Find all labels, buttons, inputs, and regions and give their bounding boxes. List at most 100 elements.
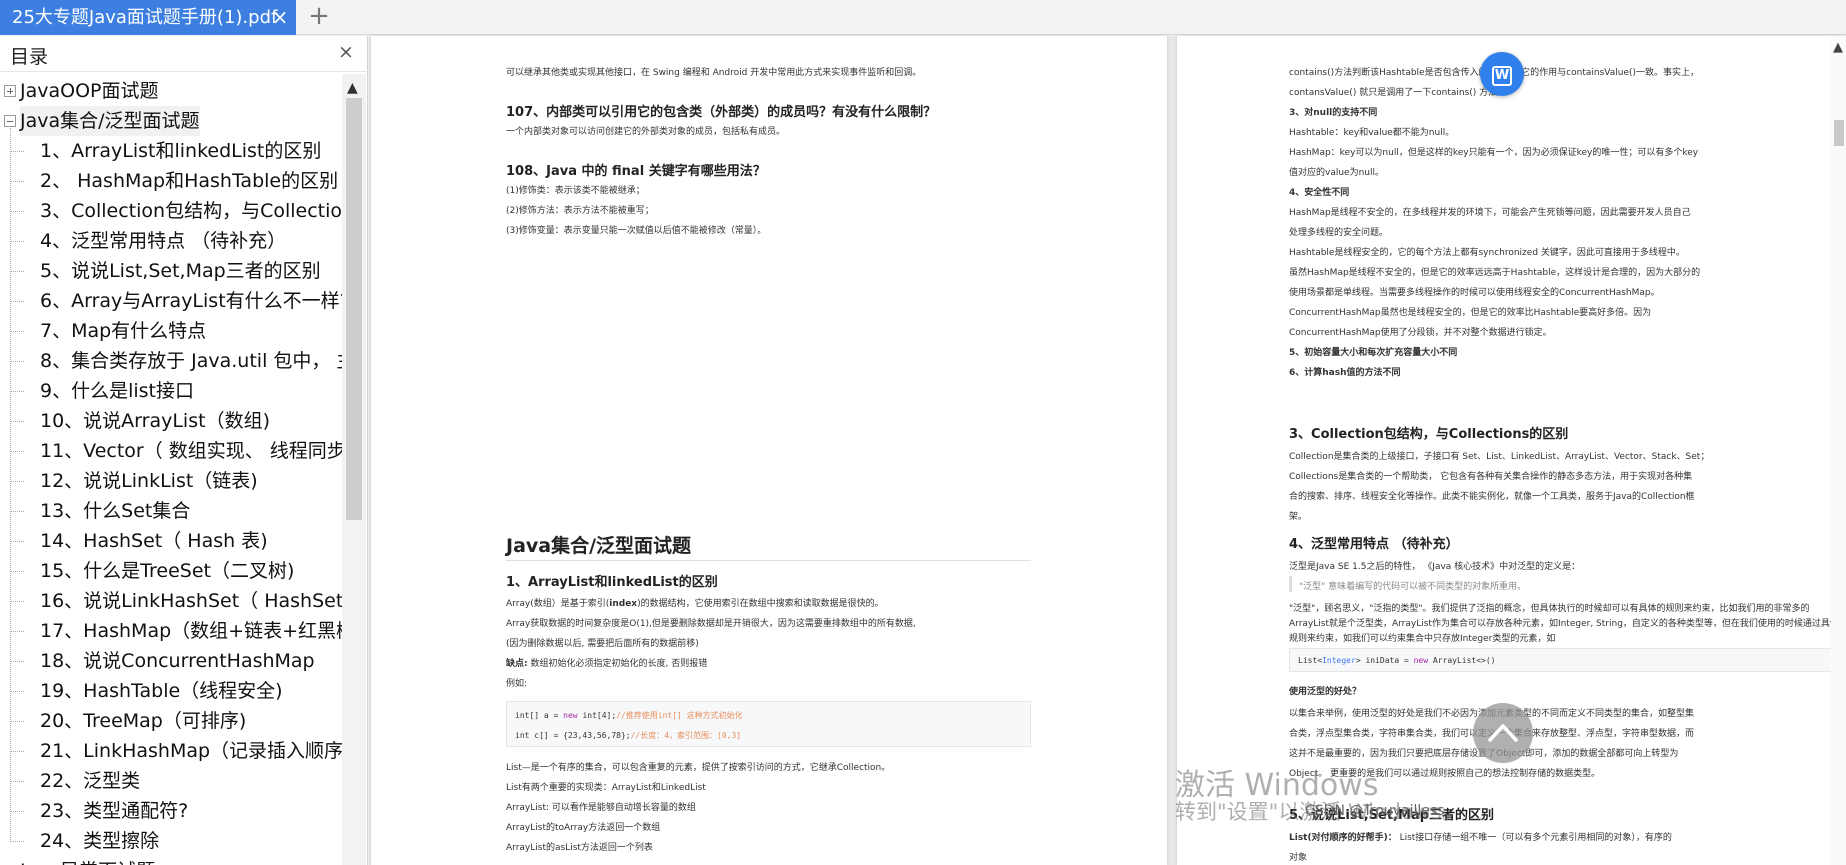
tree-branch-line <box>10 241 24 242</box>
outline-item-label: 3、Collection包结构，与Collections的区别 <box>40 200 342 222</box>
pdf-page-left: 可以继承其他类或实现其他接口，在 Swing 编程和 Android 开发中常用… <box>371 36 1167 865</box>
document-tab[interactable]: 25大专题Java面试题手册(1).pdf <box>0 0 296 35</box>
paragraph: 虽然HashMap是线程不安全的，但是它的效率远远高于Hashtable，这样设… <box>1289 268 1701 278</box>
outline-item[interactable]: 13、什么Set集合 <box>0 496 342 526</box>
outline-item-label: 4、泛型常用特点 （待补充） <box>40 230 287 252</box>
outline-item[interactable]: 4、泛型常用特点 （待补充） <box>0 226 342 256</box>
collapse-minus-icon[interactable] <box>4 115 16 127</box>
subheading: 6、计算hash值的方法不同 <box>1289 368 1401 378</box>
outline-item[interactable]: 17、HashMap（数组+链表+红黑树) <box>0 616 342 646</box>
outline-sidebar: 目录 × JavaOOP面试题 Java集合/泛型面试题 1、ArrayList和l… <box>0 36 368 865</box>
paragraph: "泛型"，顾名思义，"泛指的类型"。我们提供了泛指的概念，但具体执行的时候却可以… <box>1289 604 1810 614</box>
tree-branch-line <box>10 301 24 302</box>
paragraph: ArrayList的asList方法返回一个列表 <box>506 843 653 853</box>
outline-close-icon[interactable]: × <box>338 41 354 63</box>
paragraph: contansValue() 就只是调用了一下contains() 方法。 <box>1289 88 1507 98</box>
outline-item-label: Java异常面试题 <box>20 856 155 865</box>
outline-item[interactable]: 19、HashTable（线程安全) <box>0 676 342 706</box>
outline-scroll-thumb[interactable] <box>346 98 362 520</box>
scroll-up-arrow-icon[interactable]: ▲ <box>1833 40 1843 55</box>
outline-item[interactable]: 11、Vector（ 数组实现、 线程同步) <box>0 436 342 466</box>
outline-item-label: 21、LinkHashMap（记录插入顺序) <box>40 740 342 762</box>
tree-branch-line <box>10 331 24 332</box>
tree-branch-line <box>10 661 24 662</box>
outline-item[interactable]: 21、LinkHashMap（记录插入顺序) <box>0 736 342 766</box>
document-viewer[interactable]: 可以继承其他类或实现其他接口，在 Swing 编程和 Android 开发中常用… <box>369 36 1846 865</box>
subheading: 5、初始容量大小和每次扩充容量大小不同 <box>1289 348 1458 358</box>
outline-item[interactable]: 20、TreeMap（可排序) <box>0 706 342 736</box>
tree-branch-line <box>10 691 24 692</box>
word-convert-button[interactable]: W <box>1480 52 1524 96</box>
outline-item-label: 10、说说ArrayList（数组) <box>40 410 270 432</box>
back-to-top-button[interactable] <box>1473 703 1533 763</box>
tree-branch-line <box>10 481 24 482</box>
paragraph: (3)修饰变量：表示变量只能一次赋值以后值不能被修改（常量）。 <box>506 226 767 236</box>
outline-item[interactable]: 24、类型擦除 <box>0 826 342 856</box>
outline-group-item[interactable]: Java异常面试题 <box>0 856 342 865</box>
outline-item[interactable]: 16、说说LinkHashSet（ HashSet+LinkedHashMap … <box>0 586 342 616</box>
tree-branch-line <box>10 781 24 782</box>
paragraph: (因为删除数据以后, 需要把后面所有的数据前移) <box>506 639 699 649</box>
paragraph: Collections是集合类的一个帮助类， 它包含有各种有关集合操作的静态多态… <box>1289 472 1693 482</box>
outline-item-label: Java集合/泛型面试题 <box>20 106 200 136</box>
outline-title: 目录 <box>10 46 49 68</box>
outline-item[interactable]: 14、HashSet（ Hash 表) <box>0 526 342 556</box>
paragraph: Array(数组）是基于索引(index)的数据结构，它使用索引在数组中搜索和读… <box>506 599 884 609</box>
outline-item-label: 15、什么是TreeSet（二叉树) <box>40 560 295 582</box>
tab-close-icon[interactable]: × <box>268 0 292 35</box>
expand-plus-icon[interactable] <box>4 85 16 97</box>
heading-4: 4、泛型常用特点 （待补充） <box>1289 537 1459 552</box>
blockquote-bar <box>1289 576 1292 592</box>
outline-item[interactable]: 18、说说ConcurrentHashMap <box>0 646 342 676</box>
document-scrollbar[interactable]: ▲ <box>1831 36 1846 865</box>
paragraph: HashMap：key可以为null，但是这样的key只能有一个，因为必须保证k… <box>1289 148 1699 158</box>
outline-item[interactable]: 1、ArrayList和linkedList的区别 <box>0 136 342 166</box>
outline-scrollbar[interactable]: ▲ <box>342 74 366 865</box>
outline-item-label: 7、Map有什么特点 <box>40 320 207 342</box>
word-icon: W <box>1492 66 1512 86</box>
outline-item[interactable]: 7、Map有什么特点 <box>0 316 342 346</box>
paragraph: ArrayList: 可以看作是能够自动增长容量的数组 <box>506 803 696 813</box>
outline-item-label: 19、HashTable（线程安全) <box>40 680 283 702</box>
outline-item-label: 1、ArrayList和linkedList的区别 <box>40 140 322 162</box>
outline-item-label: 13、什么Set集合 <box>40 500 191 522</box>
tree-branch-line <box>10 211 24 212</box>
document-tab-title: 25大专题Java面试题手册(1).pdf <box>12 7 278 28</box>
tree-branch-line <box>10 421 24 422</box>
outline-item-label: 20、TreeMap（可排序) <box>40 710 247 732</box>
tree-branch-line <box>10 151 24 152</box>
paragraph: 缺点: 数组初始化必须指定初始化的长度, 否则报错 <box>506 659 708 669</box>
new-tab-plus-icon[interactable]: + <box>304 0 334 35</box>
subheading: 使用泛型的好处？ <box>1289 687 1362 697</box>
outline-item[interactable]: 6、Array与ArrayList有什么不一样? <box>0 286 342 316</box>
outline-item[interactable]: 22、泛型类 <box>0 766 342 796</box>
outline-item-label: 2、 HashMap和HashTable的区别 <box>40 170 339 192</box>
outline-item-label: 17、HashMap（数组+链表+红黑树) <box>40 620 342 642</box>
outline-item[interactable]: 23、类型通配符? <box>0 796 342 826</box>
outline-item[interactable]: 9、什么是list接口 <box>0 376 342 406</box>
document-scroll-thumb[interactable] <box>1834 120 1844 146</box>
paragraph: 值对应的value为null。 <box>1289 168 1384 178</box>
paragraph: (1)修饰类：表示该类不能被继承； <box>506 186 645 196</box>
outline-item[interactable]: 3、Collection包结构，与Collections的区别 <box>0 196 342 226</box>
outline-group-item[interactable]: Java集合/泛型面试题 <box>0 106 342 136</box>
outline-item[interactable]: 15、什么是TreeSet（二叉树) <box>0 556 342 586</box>
tree-branch-line <box>10 451 24 452</box>
paragraph: 一个内部类对象可以访问创建它的外部类对象的成员，包括私有成员。 <box>506 127 786 137</box>
paragraph: List—是一个有序的集合，可以包含重复的元素，提供了按索引访问的方式，它继承C… <box>506 763 891 773</box>
outline-item[interactable]: 5、说说List,Set,Map三者的区别 <box>0 256 342 286</box>
outline-header: 目录 × <box>0 36 368 72</box>
chevron-up-icon <box>1488 724 1518 742</box>
paragraph: 例如: <box>506 679 528 689</box>
paragraph: 对象 <box>1289 853 1308 863</box>
outline-item-label: 9、什么是list接口 <box>40 380 194 402</box>
blockquote-text: "泛型" 意味着编写的代码可以被不同类型的对象所重用。 <box>1299 582 1527 592</box>
outline-group-item[interactable]: JavaOOP面试题 <box>0 76 342 106</box>
outline-item[interactable]: 12、说说LinkList（链表) <box>0 466 342 496</box>
outline-item[interactable]: 2、 HashMap和HashTable的区别 <box>0 166 342 196</box>
scroll-up-arrow-icon[interactable]: ▲ <box>347 80 358 96</box>
outline-item[interactable]: 8、集合类存放于 Java.util 包中， 主要有几种接口 <box>0 346 342 376</box>
tree-branch-line <box>10 811 24 812</box>
outline-item[interactable]: 10、说说ArrayList（数组) <box>0 406 342 436</box>
outline-item-label: 16、说说LinkHashSet（ HashSet+LinkedHashMap … <box>40 590 342 612</box>
